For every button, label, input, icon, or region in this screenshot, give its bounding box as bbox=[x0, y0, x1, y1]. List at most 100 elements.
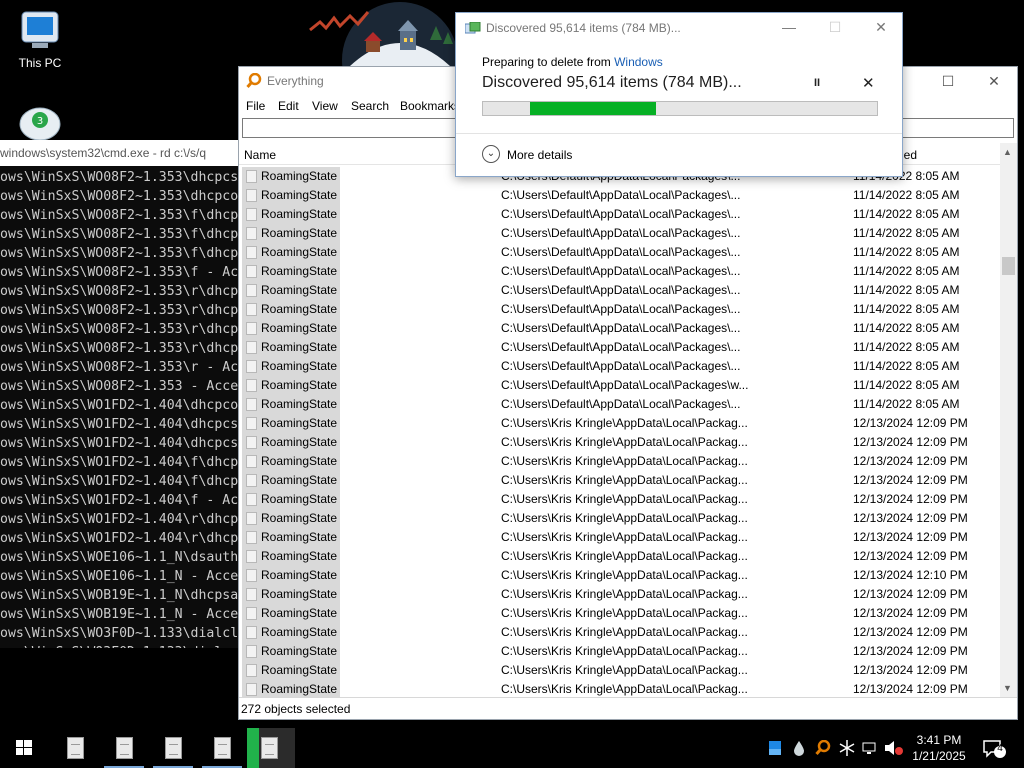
cell-date-modified: 12/13/2024 12:09 PM bbox=[853, 587, 968, 601]
storage-icon[interactable] bbox=[768, 740, 782, 756]
cell-path: C:\Users\Kris Kringle\AppData\Local\Pack… bbox=[501, 587, 748, 601]
taskbar-app-2[interactable] bbox=[100, 728, 148, 768]
dialog-minimize-button[interactable]: — bbox=[766, 13, 812, 43]
file-icon bbox=[246, 227, 257, 240]
results-list[interactable]: RoamingState C:\Users\Default\AppData\Loc… bbox=[239, 167, 1001, 699]
more-details-label[interactable]: More details bbox=[507, 148, 572, 162]
table-row[interactable]: RoamingState C:\Users\Kris Kringle\AppDat… bbox=[239, 642, 1001, 661]
table-row[interactable]: RoamingState C:\Users\Kris Kringle\AppDat… bbox=[239, 414, 1001, 433]
table-row[interactable]: RoamingState C:\Users\Default\AppData\Loc… bbox=[239, 205, 1001, 224]
file-icon bbox=[246, 246, 257, 259]
cell-path: C:\Users\Default\AppData\Local\Packages\… bbox=[501, 302, 741, 316]
menu-file[interactable]: File bbox=[246, 99, 265, 113]
start-button[interactable] bbox=[0, 728, 48, 768]
table-row[interactable]: RoamingState C:\Users\Kris Kringle\AppDat… bbox=[239, 471, 1001, 490]
delete-progress-dialog[interactable]: Discovered 95,614 items (784 MB)... — ☐ … bbox=[455, 12, 903, 177]
wallpaper-sleigh-scene bbox=[309, 2, 458, 66]
taskbar-app-1[interactable] bbox=[51, 728, 99, 768]
file-icon bbox=[246, 569, 257, 582]
dialog-maximize-button: ☐ bbox=[828, 19, 842, 35]
cell-path: C:\Users\Default\AppData\Local\Packages\… bbox=[501, 264, 741, 278]
cell-date-modified: 12/13/2024 12:09 PM bbox=[853, 473, 968, 487]
cmd-output-line: ows\WinSxS\WO08F2~1.353\r - Ac bbox=[0, 360, 239, 375]
cmd-output-line: ows\WinSxS\WO08F2~1.353\dhcpcs bbox=[0, 170, 239, 185]
notification-center-button[interactable]: 4 bbox=[982, 739, 1008, 762]
menu-edit[interactable]: Edit bbox=[278, 99, 299, 113]
table-row[interactable]: RoamingState C:\Users\Kris Kringle\AppDat… bbox=[239, 433, 1001, 452]
taskbar-app-5-active[interactable] bbox=[247, 728, 295, 768]
cmd-output-line: ows\WinSxS\WO1FD2~1.404\r\dhcp bbox=[0, 512, 239, 527]
column-header-name[interactable]: Name bbox=[244, 148, 276, 162]
cmd-output-line: ows\WinSxS\WOB19E~1.1_N\dhcpsa bbox=[0, 588, 239, 603]
table-row[interactable]: RoamingState C:\Users\Kris Kringle\AppDat… bbox=[239, 490, 1001, 509]
pause-button[interactable]: II bbox=[814, 77, 820, 89]
clock-date: 1/21/2025 bbox=[912, 749, 966, 763]
cell-name: RoamingState bbox=[261, 644, 338, 658]
scroll-up-arrow-icon[interactable]: ▲ bbox=[1003, 147, 1012, 157]
table-row[interactable]: RoamingState C:\Users\Default\AppData\Loc… bbox=[239, 300, 1001, 319]
table-row[interactable]: RoamingState C:\Users\Kris Kringle\AppDat… bbox=[239, 661, 1001, 680]
vertical-scrollbar[interactable]: ▲ ▼ bbox=[1000, 143, 1017, 699]
everything-title: Everything bbox=[267, 74, 324, 88]
status-bar: 272 objects selected bbox=[239, 697, 1017, 719]
dialog-close-button[interactable]: ✕ bbox=[858, 13, 904, 43]
system-clock[interactable]: 3:41 PM 1/21/2025 bbox=[908, 732, 970, 764]
network-icon[interactable] bbox=[862, 740, 878, 756]
maximize-button[interactable]: ☐ bbox=[925, 67, 971, 95]
table-row[interactable]: RoamingState C:\Users\Default\AppData\Loc… bbox=[239, 243, 1001, 262]
water-drop-icon[interactable] bbox=[792, 740, 806, 756]
source-link[interactable]: Windows bbox=[614, 55, 663, 69]
taskbar-app-4[interactable] bbox=[198, 728, 246, 768]
table-row[interactable]: RoamingState C:\Users\Default\AppData\Loc… bbox=[239, 338, 1001, 357]
cell-name: RoamingState bbox=[261, 226, 338, 240]
desktop-icon-this-pc[interactable]: This PC bbox=[0, 8, 80, 70]
clock-time: 3:41 PM bbox=[916, 733, 962, 747]
desktop-icon-recycle-bin[interactable]: 3 bbox=[0, 104, 80, 144]
table-row[interactable]: RoamingState C:\Users\Kris Kringle\AppDat… bbox=[239, 452, 1001, 471]
cmd-output-line: ows\WinSxS\WO1FD2~1.404\f\dhcp bbox=[0, 474, 239, 489]
magnifier-icon bbox=[246, 73, 262, 88]
table-row[interactable]: RoamingState C:\Users\Default\AppData\Loc… bbox=[239, 186, 1001, 205]
table-row[interactable]: RoamingState C:\Users\Kris Kringle\AppDat… bbox=[239, 604, 1001, 623]
file-icon bbox=[246, 588, 257, 601]
table-row[interactable]: RoamingState C:\Users\Default\AppData\Loc… bbox=[239, 376, 1001, 395]
table-row[interactable]: RoamingState C:\Users\Kris Kringle\AppDat… bbox=[239, 585, 1001, 604]
active-app-indicator bbox=[247, 728, 259, 768]
cell-name: RoamingState bbox=[261, 473, 338, 487]
taskbar-app-3[interactable] bbox=[149, 728, 197, 768]
table-row[interactable]: RoamingState C:\Users\Default\AppData\Loc… bbox=[239, 395, 1001, 414]
everything-tray-icon[interactable] bbox=[815, 740, 831, 756]
menu-view[interactable]: View bbox=[312, 99, 338, 113]
menu-search[interactable]: Search bbox=[351, 99, 389, 113]
file-icon bbox=[246, 284, 257, 297]
cell-date-modified: 11/14/2022 8:05 AM bbox=[853, 397, 960, 411]
cell-date-modified: 12/13/2024 12:09 PM bbox=[853, 511, 968, 525]
table-row[interactable]: RoamingState C:\Users\Default\AppData\Loc… bbox=[239, 319, 1001, 338]
file-icon bbox=[246, 170, 257, 183]
table-row[interactable]: RoamingState C:\Users\Default\AppData\Loc… bbox=[239, 262, 1001, 281]
table-row[interactable]: RoamingState C:\Users\Kris Kringle\AppDat… bbox=[239, 547, 1001, 566]
table-row[interactable]: RoamingState C:\Users\Default\AppData\Loc… bbox=[239, 357, 1001, 376]
close-button[interactable]: ✕ bbox=[971, 67, 1017, 95]
volume-muted-icon[interactable] bbox=[884, 740, 904, 756]
scroll-down-arrow-icon[interactable]: ▼ bbox=[1003, 683, 1012, 693]
table-row[interactable]: RoamingState C:\Users\Default\AppData\Loc… bbox=[239, 281, 1001, 300]
dialog-titlebar[interactable]: Discovered 95,614 items (784 MB)... — ☐ … bbox=[456, 13, 902, 43]
table-row[interactable]: RoamingState C:\Users\Kris Kringle\AppDat… bbox=[239, 509, 1001, 528]
menu-bookmarks[interactable]: Bookmarks bbox=[400, 99, 460, 113]
chevron-down-icon[interactable]: ⌄ bbox=[482, 145, 500, 163]
snowflake-icon[interactable] bbox=[839, 740, 855, 756]
cell-date-modified: 12/13/2024 12:09 PM bbox=[853, 530, 968, 544]
column-header-date-modified[interactable]: ied bbox=[901, 148, 917, 162]
cmd-output-line: ows\WinSxS\WO1FD2~1.404\dhcpcs bbox=[0, 436, 239, 451]
file-icon bbox=[246, 531, 257, 544]
table-row[interactable]: RoamingState C:\Users\Kris Kringle\AppDat… bbox=[239, 528, 1001, 547]
cmd-window[interactable]: windows\system32\cmd.exe - rd c:\/s/q ow… bbox=[0, 140, 246, 648]
cancel-button[interactable]: ✕ bbox=[862, 74, 875, 92]
table-row[interactable]: RoamingState C:\Users\Kris Kringle\AppDat… bbox=[239, 566, 1001, 585]
file-icon bbox=[246, 455, 257, 468]
table-row[interactable]: RoamingState C:\Users\Kris Kringle\AppDat… bbox=[239, 623, 1001, 642]
scrollbar-thumb[interactable] bbox=[1002, 257, 1015, 275]
table-row[interactable]: RoamingState C:\Users\Default\AppData\Loc… bbox=[239, 224, 1001, 243]
cell-name: RoamingState bbox=[261, 568, 338, 582]
